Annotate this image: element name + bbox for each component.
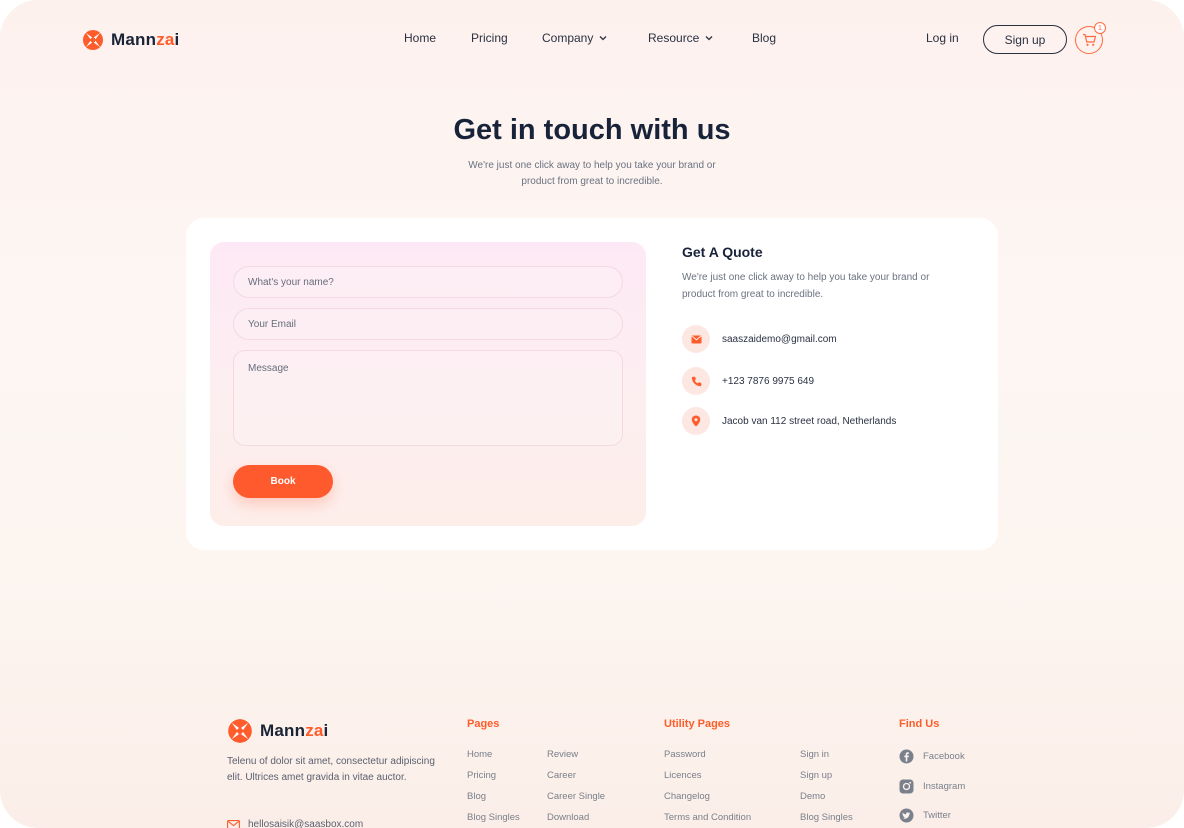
- social-facebook[interactable]: Facebook: [899, 749, 965, 764]
- social-instagram[interactable]: Instagram: [899, 779, 965, 794]
- cart-icon: [1082, 33, 1096, 46]
- footer-link[interactable]: Sign up: [800, 769, 853, 790]
- footer-logo[interactable]: Mannzai: [227, 718, 328, 744]
- facebook-icon: [899, 749, 914, 764]
- chevron-down-icon: [705, 36, 713, 41]
- nav-company[interactable]: Company: [542, 31, 648, 45]
- phone-icon: [682, 367, 710, 395]
- footer-pages-col2: Review Career Career Single Download: [547, 748, 605, 828]
- contact-address-text: Jacob van 112 street road, Netherlands: [722, 415, 897, 427]
- footer-link[interactable]: Pricing: [467, 769, 520, 790]
- contact-phone[interactable]: +123 7876 9975 649: [682, 367, 814, 395]
- footer-link[interactable]: Changelog: [664, 790, 751, 811]
- footer-link[interactable]: Home: [467, 748, 520, 769]
- chevron-down-icon: [599, 36, 607, 41]
- nav-blog[interactable]: Blog: [752, 31, 776, 45]
- footer-link[interactable]: Sign in: [800, 748, 853, 769]
- book-button[interactable]: Book: [233, 465, 333, 498]
- signup-button[interactable]: Sign up: [983, 25, 1067, 54]
- footer-utility-title: Utility Pages: [664, 718, 731, 730]
- contact-form: Book: [210, 242, 646, 526]
- contact-address[interactable]: Jacob van 112 street road, Netherlands: [682, 407, 896, 435]
- quote-title: Get A Quote: [682, 244, 763, 260]
- header-logo[interactable]: Mannzai: [82, 29, 179, 51]
- social-label: Twitter: [923, 810, 951, 821]
- login-link[interactable]: Log in: [926, 31, 959, 45]
- footer-link[interactable]: Download: [547, 811, 605, 828]
- footer-link[interactable]: Review: [547, 748, 605, 769]
- quote-subtitle: We're just one click away to help you ta…: [682, 272, 930, 300]
- footer-link[interactable]: Career: [547, 769, 605, 790]
- brand-logo-icon: [228, 719, 252, 743]
- footer-find-title: Find Us: [899, 718, 940, 730]
- mail-icon: [682, 325, 710, 353]
- social-label: Facebook: [923, 751, 965, 762]
- footer-link[interactable]: Blog Singles: [800, 811, 853, 828]
- nav-resource[interactable]: Resource: [648, 31, 752, 45]
- footer-link[interactable]: Demo: [800, 790, 853, 811]
- name-input[interactable]: [233, 266, 623, 298]
- footer-link[interactable]: Blog: [467, 790, 520, 811]
- footer-link[interactable]: Password: [664, 748, 751, 769]
- footer-link[interactable]: Career Single: [547, 790, 605, 811]
- cart-count-badge: 1: [1094, 22, 1106, 34]
- footer-brand-name: Mannzai: [260, 721, 329, 740]
- email-input[interactable]: [233, 308, 623, 340]
- location-pin-icon: [682, 407, 710, 435]
- contact-card: Book Get A Quote We're just one click aw…: [186, 218, 998, 550]
- footer-link[interactable]: Licences: [664, 769, 751, 790]
- twitter-icon: [899, 808, 914, 823]
- message-input[interactable]: [233, 350, 623, 446]
- contact-email-text: saaszaidemo@gmail.com: [722, 333, 837, 345]
- social-label: Instagram: [923, 781, 966, 792]
- footer-utility-col2: Sign in Sign up Demo Blog Singles: [800, 748, 853, 828]
- footer-utility-col1: Password Licences Changelog Terms and Co…: [664, 748, 751, 828]
- social-twitter[interactable]: Twitter: [899, 808, 951, 823]
- footer-pages-col1: Home Pricing Blog Blog Singles: [467, 748, 520, 828]
- page-title: Get in touch with us: [453, 114, 731, 146]
- footer-description: Telenu of dolor sit amet, consectetur ad…: [227, 756, 435, 783]
- brand-logo-icon: [83, 30, 103, 50]
- contact-email[interactable]: saaszaidemo@gmail.com: [682, 325, 837, 353]
- footer-email[interactable]: hellosaisik@saasbox.com: [227, 819, 363, 828]
- page-frame: Mannzai Home Pricing Company Resource Bl…: [0, 0, 1184, 828]
- site-header: Mannzai Home Pricing Company Resource Bl…: [0, 0, 1184, 80]
- instagram-icon: [899, 779, 914, 794]
- footer-link[interactable]: Blog Singles: [467, 811, 520, 828]
- mail-icon: [227, 819, 240, 828]
- cart-button[interactable]: 1: [1075, 22, 1106, 54]
- page-subtitle: We're just one click away to help you ta…: [468, 160, 716, 187]
- footer-link[interactable]: Terms and Condition: [664, 811, 751, 828]
- footer-email-text: hellosaisik@saasbox.com: [248, 819, 364, 828]
- contact-phone-text: +123 7876 9975 649: [722, 375, 815, 387]
- brand-name: Mannzai: [111, 30, 180, 49]
- nav-pricing[interactable]: Pricing: [471, 31, 542, 45]
- nav-home[interactable]: Home: [404, 31, 471, 45]
- main-nav: Home Pricing Company Resource Blog: [404, 31, 776, 45]
- footer-pages-title: Pages: [467, 718, 500, 730]
